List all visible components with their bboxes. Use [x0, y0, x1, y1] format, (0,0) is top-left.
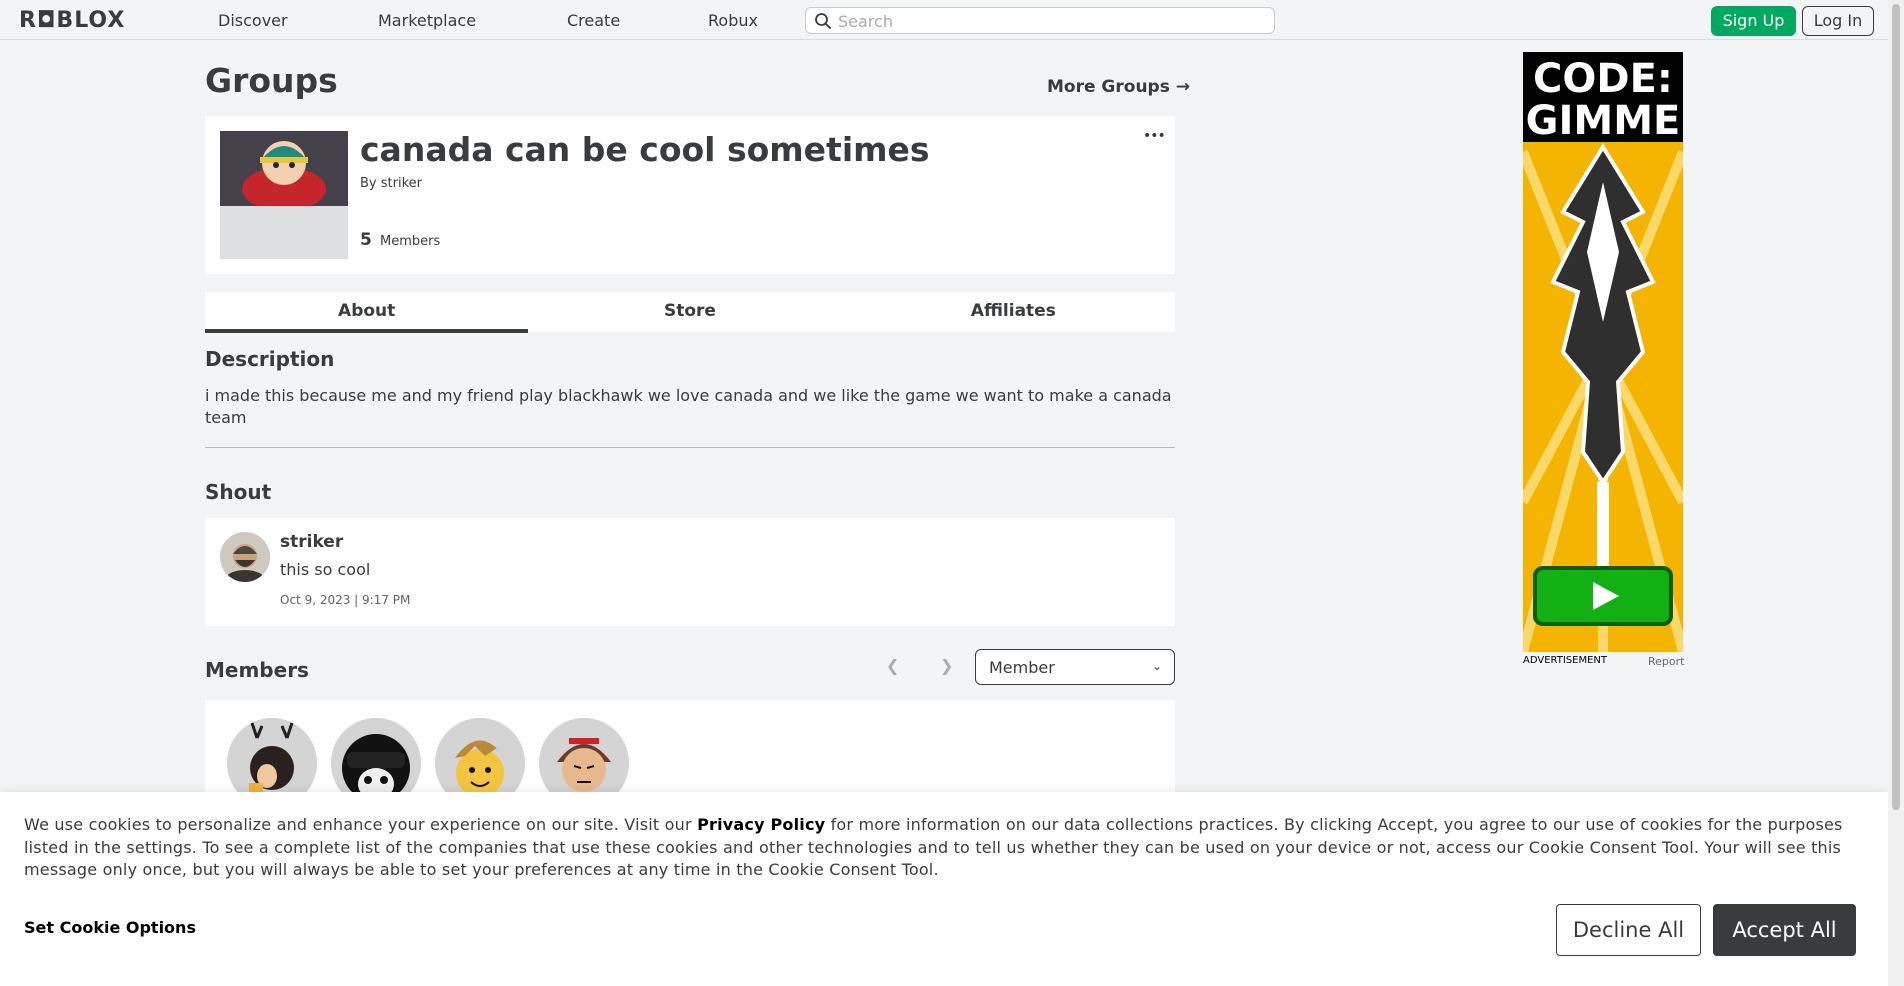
section-divider [205, 447, 1175, 448]
cookie-message: We use cookies to personalize and enhanc… [24, 814, 1874, 882]
advertisement-banner[interactable]: CODE: GIMME [1523, 52, 1683, 652]
shout-heading: Shout [205, 480, 272, 504]
avatar-icon [220, 532, 270, 582]
members-label: Members [379, 234, 441, 249]
nav-link-create[interactable]: Create [567, 11, 620, 30]
tab-about[interactable]: About [205, 292, 529, 333]
description-text: i made this because me and my friend pla… [205, 386, 1172, 427]
accept-all-button[interactable]: Accept All [1713, 904, 1856, 956]
ad-headline-2: GIMME [1526, 98, 1681, 144]
search-input[interactable] [838, 10, 1258, 32]
tab-affiliates[interactable]: Affiliates [852, 292, 1175, 332]
scrollbar-thumb[interactable] [1892, 4, 1900, 810]
role-select-value: Member [989, 658, 1055, 677]
member-count: 5 Members [360, 230, 440, 250]
tab-store[interactable]: Store [528, 292, 851, 332]
page-scrollbar[interactable] [1888, 0, 1904, 986]
log-in-button[interactable]: Log In [1802, 6, 1874, 36]
privacy-policy-link[interactable]: Privacy Policy [697, 815, 825, 834]
roblox-logo[interactable]: R◘BLOX [19, 8, 125, 33]
group-header-card: canada can be cool sometimes By striker … [205, 116, 1175, 274]
chevron-right-icon[interactable]: ❯ [940, 656, 953, 675]
nav-link-discover[interactable]: Discover [218, 11, 288, 30]
cookie-text-before: We use cookies to personalize and enhanc… [24, 815, 698, 834]
group-owner: By striker [360, 176, 422, 191]
nav-link-marketplace[interactable]: Marketplace [378, 11, 476, 30]
chevron-left-icon[interactable]: ❮ [886, 656, 899, 675]
group-tabs: About Store Affiliates [205, 292, 1175, 333]
group-emblem-image [220, 131, 348, 259]
group-name: canada can be cool sometimes [360, 130, 930, 169]
members-list [205, 700, 1175, 808]
ad-report-link[interactable]: Report [1648, 655, 1684, 668]
group-emblem-art [220, 131, 348, 211]
description-heading: Description [205, 347, 335, 371]
set-cookie-options-link[interactable]: Set Cookie Options [24, 918, 196, 937]
shout-timestamp: Oct 9, 2023 | 9:17 PM [280, 593, 411, 607]
shout-message: this so cool [280, 560, 371, 579]
shout-author-avatar[interactable] [220, 532, 270, 582]
advertisement-label: ADVERTISEMENT [1523, 655, 1608, 666]
nav-link-robux[interactable]: Robux [708, 11, 758, 30]
search-icon [815, 13, 831, 29]
role-select-dropdown[interactable]: Member ⌄ [975, 649, 1175, 685]
more-options-icon[interactable]: ••• [1143, 128, 1166, 144]
member-count-value: 5 [360, 230, 372, 250]
by-label: By [360, 176, 377, 191]
search-box[interactable] [805, 7, 1275, 34]
page-title: Groups [205, 61, 338, 100]
sign-up-button[interactable]: Sign Up [1711, 6, 1796, 36]
decline-all-button[interactable]: Decline All [1556, 904, 1701, 956]
ad-headline-1: CODE: [1533, 56, 1673, 102]
chevron-down-icon: ⌄ [1151, 659, 1162, 673]
more-groups-link[interactable]: More Groups → [1047, 77, 1190, 97]
members-heading: Members [205, 658, 309, 682]
owner-link[interactable]: striker [381, 176, 422, 191]
shout-author-name[interactable]: striker [280, 532, 343, 552]
top-nav: R◘BLOX Discover Marketplace Create Robux… [0, 0, 1888, 40]
cookie-consent-banner: We use cookies to personalize and enhanc… [0, 792, 1888, 986]
shout-card: striker this so cool Oct 9, 2023 | 9:17 … [205, 518, 1175, 626]
ad-artwork: CODE: GIMME [1523, 52, 1683, 652]
cartoon-character-icon [242, 141, 326, 211]
